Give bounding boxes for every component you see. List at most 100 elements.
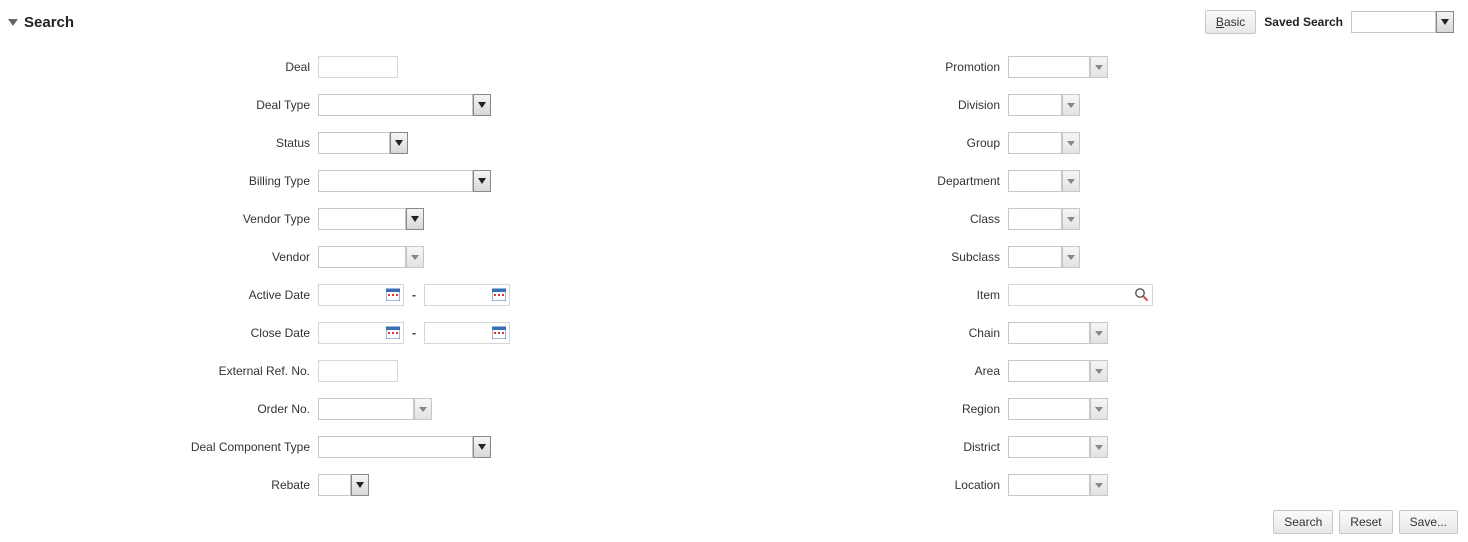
billing-type-dropdown-button[interactable] <box>473 170 491 192</box>
external-ref-input[interactable] <box>318 360 398 382</box>
order-no-lov-button[interactable] <box>414 398 432 420</box>
region-label: Region <box>708 402 1008 416</box>
rebate-input[interactable] <box>318 474 351 496</box>
basic-suffix: asic <box>1224 15 1245 29</box>
item-input[interactable] <box>1008 284 1153 306</box>
deal-component-type-dropdown-button[interactable] <box>473 436 491 458</box>
class-lov-button[interactable] <box>1062 208 1080 230</box>
saved-search-input[interactable] <box>1351 11 1436 33</box>
reset-button[interactable]: Reset <box>1339 510 1392 534</box>
vendor-label: Vendor <box>8 250 318 264</box>
deal-type-dropdown-button[interactable] <box>473 94 491 116</box>
chevron-down-icon <box>1067 141 1075 146</box>
chevron-down-icon <box>411 216 419 222</box>
collapse-icon[interactable] <box>8 19 18 26</box>
vendor-type-dropdown-button[interactable] <box>406 208 424 230</box>
right-column: Promotion Division Gro <box>708 48 1408 504</box>
group-input[interactable] <box>1008 132 1062 154</box>
group-label: Group <box>708 136 1008 150</box>
location-lov-button[interactable] <box>1090 474 1108 496</box>
deal-component-type-input[interactable] <box>318 436 473 458</box>
rebate-label: Rebate <box>8 478 318 492</box>
deal-label: Deal <box>8 60 318 74</box>
footer-buttons: Search Reset Save... <box>1273 510 1458 534</box>
save-button[interactable]: Save... <box>1399 510 1458 534</box>
chevron-down-icon <box>1095 369 1103 374</box>
department-lov-button[interactable] <box>1062 170 1080 192</box>
group-lov-button[interactable] <box>1062 132 1080 154</box>
deal-type-label: Deal Type <box>8 98 318 112</box>
division-lov-button[interactable] <box>1062 94 1080 116</box>
region-lov-button[interactable] <box>1090 398 1108 420</box>
area-lov-button[interactable] <box>1090 360 1108 382</box>
item-label: Item <box>708 288 1008 302</box>
vendor-type-input[interactable] <box>318 208 406 230</box>
chevron-down-icon <box>1095 445 1103 450</box>
chevron-down-icon <box>356 482 364 488</box>
saved-search-label: Saved Search <box>1264 15 1343 29</box>
calendar-icon[interactable] <box>492 325 506 339</box>
calendar-icon[interactable] <box>386 287 400 301</box>
status-dropdown-button[interactable] <box>390 132 408 154</box>
calendar-icon[interactable] <box>492 287 506 301</box>
chevron-down-icon <box>478 178 486 184</box>
area-label: Area <box>708 364 1008 378</box>
date-separator: - <box>410 326 418 340</box>
chevron-down-icon <box>1067 103 1075 108</box>
chevron-down-icon <box>478 102 486 108</box>
vendor-type-label: Vendor Type <box>8 212 318 226</box>
area-input[interactable] <box>1008 360 1090 382</box>
rebate-dropdown-button[interactable] <box>351 474 369 496</box>
left-column: Deal Deal Type Status <box>8 48 708 504</box>
subclass-input[interactable] <box>1008 246 1062 268</box>
search-button[interactable]: Search <box>1273 510 1333 534</box>
chain-input[interactable] <box>1008 322 1090 344</box>
promotion-lov-button[interactable] <box>1090 56 1108 78</box>
district-label: District <box>708 440 1008 454</box>
chevron-down-icon <box>478 444 486 450</box>
class-input[interactable] <box>1008 208 1062 230</box>
status-input[interactable] <box>318 132 390 154</box>
deal-component-type-label: Deal Component Type <box>8 440 318 454</box>
calendar-icon[interactable] <box>386 325 400 339</box>
active-date-label: Active Date <box>8 288 318 302</box>
search-header: Search Basic Saved Search <box>8 10 1460 34</box>
external-ref-label: External Ref. No. <box>8 364 318 378</box>
division-input[interactable] <box>1008 94 1062 116</box>
chevron-down-icon <box>1441 19 1449 25</box>
chevron-down-icon <box>1095 483 1103 488</box>
vendor-lov-button[interactable] <box>406 246 424 268</box>
billing-type-input[interactable] <box>318 170 473 192</box>
promotion-input[interactable] <box>1008 56 1090 78</box>
chevron-down-icon <box>1095 331 1103 336</box>
subclass-lov-button[interactable] <box>1062 246 1080 268</box>
vendor-input[interactable] <box>318 246 406 268</box>
location-label: Location <box>708 478 1008 492</box>
promotion-label: Promotion <box>708 60 1008 74</box>
department-input[interactable] <box>1008 170 1062 192</box>
chevron-down-icon <box>1095 407 1103 412</box>
deal-type-input[interactable] <box>318 94 473 116</box>
class-label: Class <box>708 212 1008 226</box>
basic-accelerator: B <box>1216 15 1224 29</box>
chevron-down-icon <box>419 407 427 412</box>
chain-lov-button[interactable] <box>1090 322 1108 344</box>
search-icon[interactable] <box>1134 287 1149 302</box>
region-input[interactable] <box>1008 398 1090 420</box>
status-label: Status <box>8 136 318 150</box>
saved-search-dropdown-button[interactable] <box>1436 11 1454 33</box>
deal-input[interactable] <box>318 56 398 78</box>
district-input[interactable] <box>1008 436 1090 458</box>
chevron-down-icon <box>1067 255 1075 260</box>
department-label: Department <box>708 174 1008 188</box>
chevron-down-icon <box>1095 65 1103 70</box>
district-lov-button[interactable] <box>1090 436 1108 458</box>
order-no-input[interactable] <box>318 398 414 420</box>
chevron-down-icon <box>1067 179 1075 184</box>
billing-type-label: Billing Type <box>8 174 318 188</box>
close-date-label: Close Date <box>8 326 318 340</box>
chain-label: Chain <box>708 326 1008 340</box>
page-title: Search <box>24 14 74 31</box>
basic-button[interactable]: Basic <box>1205 10 1256 34</box>
location-input[interactable] <box>1008 474 1090 496</box>
